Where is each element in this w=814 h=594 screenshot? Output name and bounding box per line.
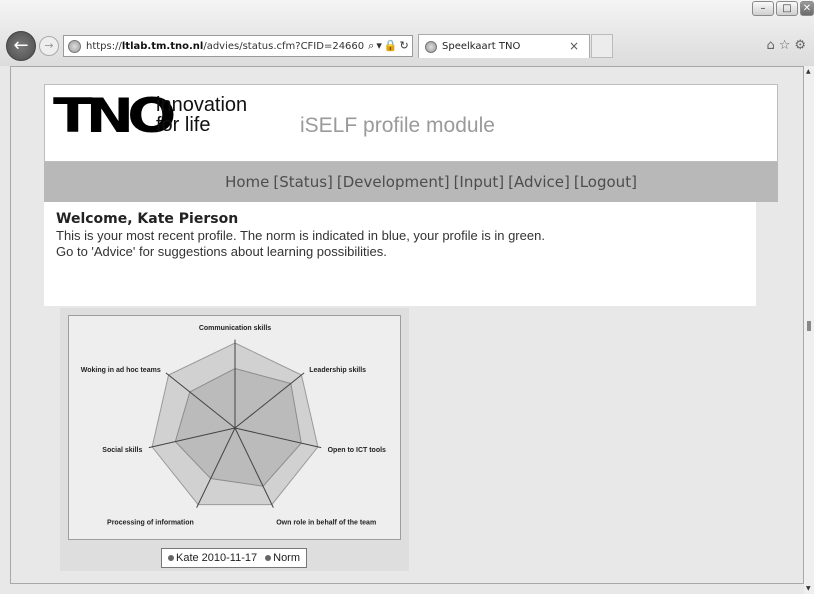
chart-legend: Kate 2010-11-17 Norm [161,548,307,568]
browser-titlebar: – □ ✕ ← → https://ltlab.tm.tno.nl/advies… [0,0,814,66]
module-title: iSELF profile module [300,114,495,137]
radar-chart: Communication skills Leadership skills Ope… [81,325,386,527]
minimize-button[interactable]: – [752,1,774,16]
welcome-panel: Welcome, Kate Pierson This is your most … [44,202,756,306]
legend-dot-icon [167,555,174,561]
nav-development[interactable]: [Development] [337,173,450,191]
scroll-thumb[interactable] [807,321,811,331]
legend-label-norm: Norm [273,552,301,564]
welcome-title: Welcome, Kate Pierson [56,211,239,227]
browser-tab[interactable]: Speelkaart TNO × [418,34,590,58]
scroll-down-icon[interactable]: ▼ [806,585,811,592]
window-controls: – □ ✕ [752,1,814,16]
url-prefix: https:// [86,40,122,52]
radar-axis-label: Leadership skills [309,367,366,374]
page-container: TNO innovation for life iSELF profile mo… [44,84,778,578]
page-header: TNO innovation for life iSELF profile mo… [44,84,778,162]
legend-dot-icon [265,555,272,561]
tagline: innovation for life [156,95,247,135]
tagline-line1: innovation [156,94,248,116]
legend-item-kate: Kate 2010-11-17 [167,552,258,564]
radar-axis-label: Own role in behalf of the team [276,520,376,527]
tab-title: Speelkaart TNO [442,41,521,52]
nav-input[interactable]: [Input] [454,173,505,191]
tagline-line2: for life [156,114,211,136]
radar-axis-label: Processing of information [107,520,194,527]
welcome-line-1: This is your most recent profile. The no… [56,228,545,243]
vertical-scrollbar[interactable]: ▲ ▼ [804,66,814,594]
tab-favicon-icon [425,40,437,53]
welcome-line-2: Go to 'Advice' for suggestions about lea… [56,244,387,259]
site-icon [68,39,81,53]
browser-viewport: TNO innovation for life iSELF profile mo… [10,66,804,584]
tno-logo: TNO [53,87,176,144]
legend-item-norm: Norm [265,552,300,564]
radar-axis-label: Woking in ad hoc teams [81,367,161,374]
maximize-button[interactable]: □ [776,1,798,16]
nav-home[interactable]: Home [225,173,269,191]
nav-advice[interactable]: [Advice] [508,173,570,191]
tab-close-icon[interactable]: × [569,39,579,53]
radar-axis-label: Social skills [102,447,142,454]
new-tab-button[interactable] [591,34,613,58]
chart-panel: Communication skills Leadership skills Ope… [60,308,409,571]
legend-label-kate: Kate 2010-11-17 [175,552,258,564]
forward-button[interactable]: → [39,36,59,56]
toolbar-icons[interactable]: ⌂☆⚙ [766,38,810,53]
chart-frame: Communication skills Leadership skills Ope… [68,315,401,540]
nav-status[interactable]: [Status] [273,173,333,191]
nav-logout[interactable]: [Logout] [574,173,637,191]
back-button[interactable]: ← [6,31,36,61]
radar-axis-label: Open to ICT tools [328,447,386,454]
address-actions[interactable]: ⌕▾🔒↻✕ [368,39,412,53]
close-button[interactable]: ✕ [800,1,814,16]
url-path: /advies/status.cfm?CFID=24660 [203,40,365,52]
address-bar[interactable]: https://ltlab.tm.tno.nl/advies/status.cf… [63,35,413,57]
radar-axis-label: Communication skills [199,325,271,332]
main-nav: Home [Status] [Development] [Input] [Adv… [44,162,778,202]
scroll-up-icon[interactable]: ▲ [806,68,811,75]
url-host: ltlab.tm.tno.nl [121,40,204,52]
